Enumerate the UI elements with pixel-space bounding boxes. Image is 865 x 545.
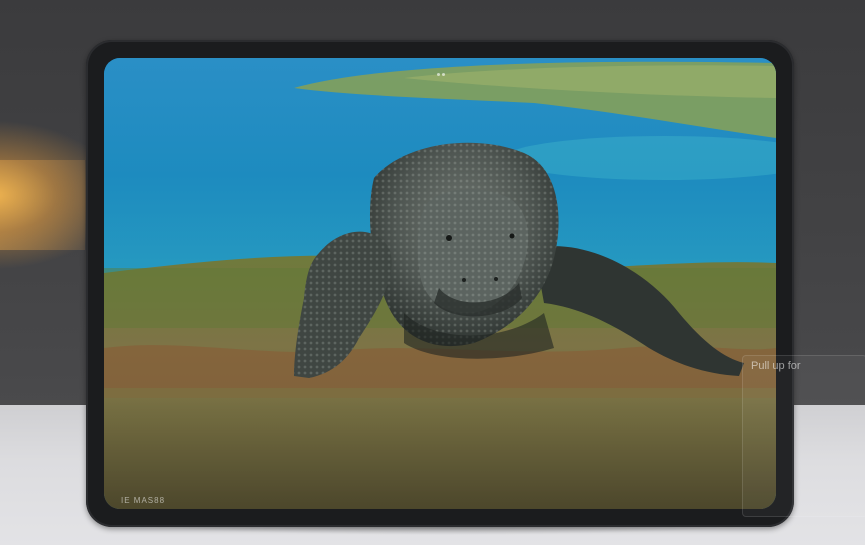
komodo-wallpaper: [104, 58, 776, 509]
notification-panel: Pull up for: [742, 355, 865, 517]
tablet-screen: IE MAS88: [104, 58, 776, 509]
photo-scene: IE MAS88 Pull up for: [0, 0, 865, 545]
notification-text: Pull up for: [751, 360, 801, 372]
front-camera-indicator: [437, 63, 449, 76]
watermark-text: IE MAS88: [121, 496, 166, 505]
